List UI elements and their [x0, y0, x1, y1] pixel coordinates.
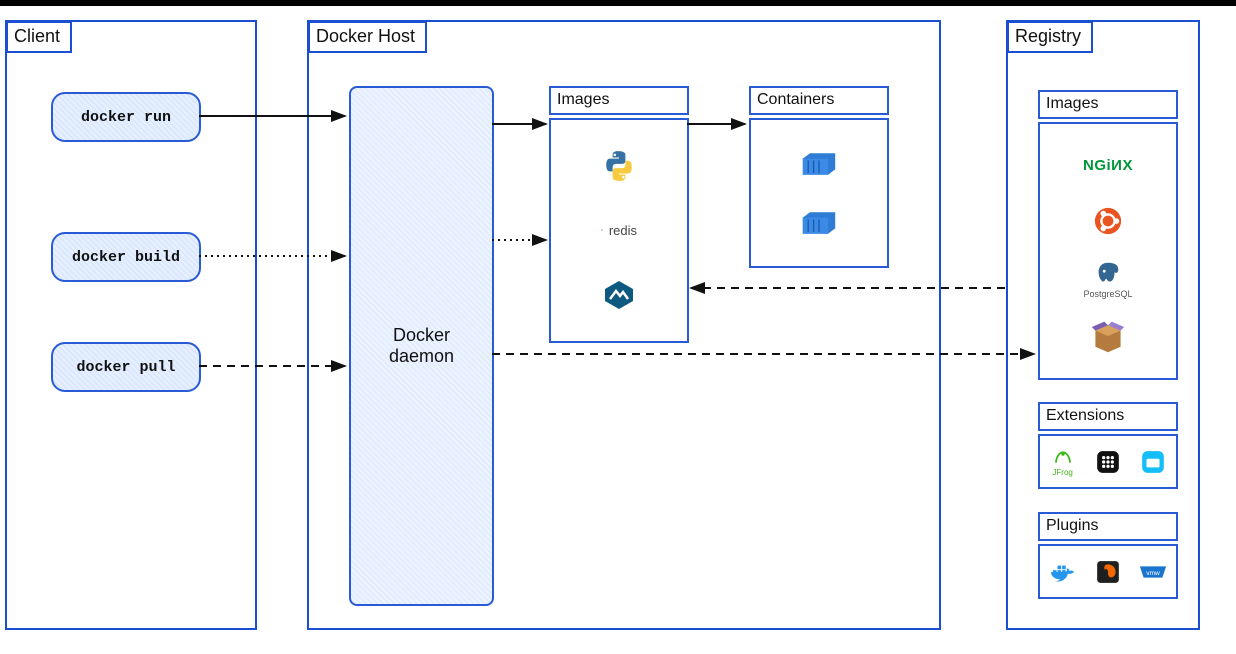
ubuntu-icon — [1090, 203, 1126, 239]
containers-list — [751, 120, 887, 266]
redis-label: redis — [609, 223, 637, 238]
command-label: docker run — [81, 109, 171, 126]
daemon-label: Docker daemon — [389, 325, 454, 367]
host-containers-box — [749, 118, 889, 268]
package-box-icon — [1090, 318, 1126, 354]
host-images-box: redis — [549, 118, 689, 343]
grid-extension-icon — [1093, 447, 1123, 477]
docker-daemon-box: Docker daemon — [349, 86, 494, 606]
registry-images-list: NGiИX PostgreSQL — [1040, 124, 1176, 378]
registry-plugins-box: vmw — [1038, 544, 1178, 599]
container-icon — [801, 146, 837, 182]
alpine-icon — [601, 277, 637, 313]
svg-text:vmw: vmw — [1147, 569, 1161, 576]
postgresql-icon: PostgreSQL — [1083, 259, 1132, 299]
images-list: redis — [551, 120, 687, 341]
registry-panel: Registry Images NGiИX — [1006, 20, 1200, 630]
command-label: docker build — [72, 249, 180, 266]
docker-plugin-icon — [1048, 557, 1078, 587]
diagram-canvas: Client docker run docker build docker pu… — [0, 6, 1236, 654]
host-containers-title: Containers — [749, 86, 889, 115]
registry-plugins-title: Plugins — [1038, 512, 1178, 541]
client-panel-title: Client — [6, 21, 72, 53]
registry-extensions-box: JFrog — [1038, 434, 1178, 489]
registry-extensions-title: Extensions — [1038, 402, 1178, 431]
nginx-icon: NGiИX — [1090, 148, 1126, 184]
command-label: docker pull — [76, 359, 175, 376]
vmw-plugin-icon: vmw — [1138, 557, 1168, 587]
extensions-list: JFrog — [1040, 436, 1176, 487]
grafana-plugin-icon — [1093, 557, 1123, 587]
postgresql-label: PostgreSQL — [1083, 289, 1132, 299]
registry-images-box: NGiИX PostgreSQL — [1038, 122, 1178, 380]
plugins-list: vmw — [1040, 546, 1176, 597]
host-panel: Docker Host Docker daemon Images — [307, 20, 941, 630]
portainer-icon — [1138, 447, 1168, 477]
host-panel-title: Docker Host — [308, 21, 427, 53]
host-images-title: Images — [549, 86, 689, 115]
jfrog-icon: JFrog — [1048, 447, 1078, 477]
registry-panel-title: Registry — [1007, 21, 1093, 53]
python-icon — [601, 148, 637, 184]
command-docker-run: docker run — [51, 92, 201, 142]
container-icon — [801, 205, 837, 241]
client-panel: Client docker run docker build docker pu… — [5, 20, 257, 630]
command-docker-pull: docker pull — [51, 342, 201, 392]
command-docker-build: docker build — [51, 232, 201, 282]
redis-icon: redis — [601, 212, 637, 248]
registry-images-title: Images — [1038, 90, 1178, 119]
